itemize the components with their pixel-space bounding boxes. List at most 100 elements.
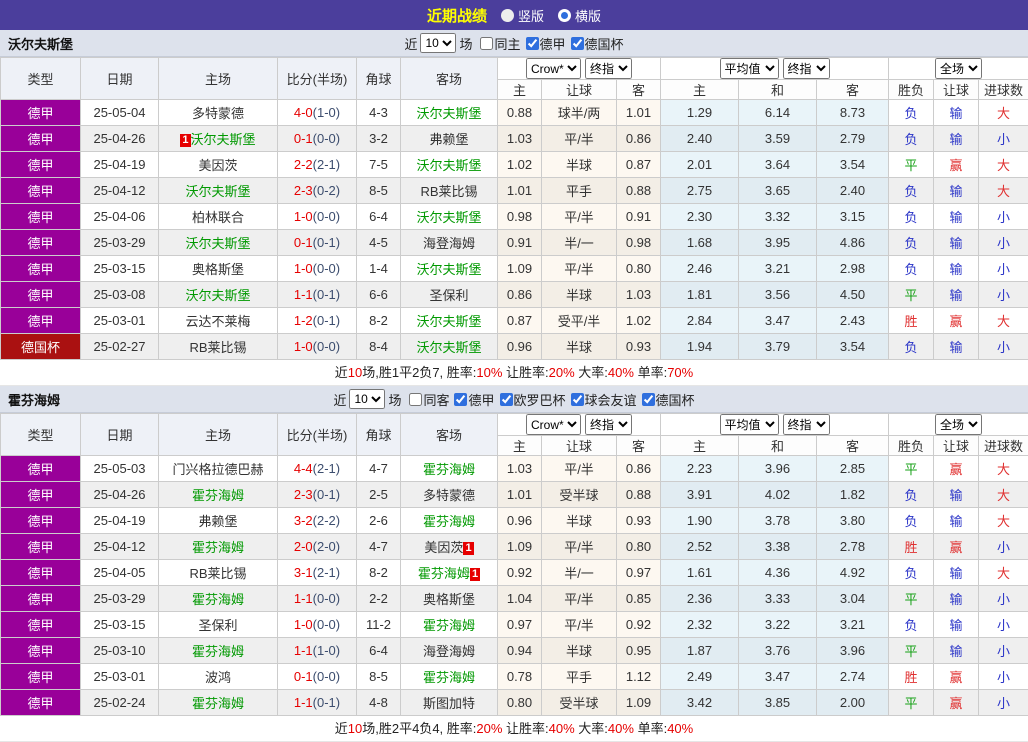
team-link[interactable]: 波鸿 [205,670,231,685]
layout-radio[interactable] [558,9,571,22]
match-count-select[interactable]: 10 [420,33,456,53]
avg-stage-select[interactable]: 终指 [783,414,830,435]
filter-checkbox[interactable] [454,393,467,406]
table-row: 德甲25-04-05RB莱比锡3-1(2-1)8-2霍芬海姆10.92半/一0.… [1,560,1028,586]
summary-value: 40% [667,721,693,736]
team-link[interactable]: 海登海姆 [423,236,475,251]
team-link[interactable]: 霍芬海姆 [423,514,475,529]
filter-option[interactable]: 欧罗巴杯 [500,390,566,409]
team-link[interactable]: 沃尔夫斯堡 [416,106,481,121]
team-link[interactable]: 海登海姆 [423,644,475,659]
fulltime-score: 4-0 [294,105,313,120]
odds-away: 0.95 [617,638,661,664]
avg-away: 4.86 [817,230,889,256]
team-link[interactable]: 圣保利 [429,288,468,303]
team-link[interactable]: RB莱比锡 [189,340,246,355]
fulltime-select[interactable]: 全场 [935,58,982,79]
team-link[interactable]: 沃尔夫斯堡 [416,314,481,329]
corner-count: 8-2 [357,560,401,586]
halftime-score: (0-0) [313,131,340,146]
filter-option[interactable]: 德甲 [526,34,566,53]
bookmaker-select[interactable]: Crow* [526,58,581,79]
odds-away: 0.86 [617,126,661,152]
layout-options: 竖版横版 [501,6,601,25]
team-link[interactable]: RB莱比锡 [420,184,477,199]
team-name: 沃尔夫斯堡 [8,34,73,53]
average-select[interactable]: 平均值 [720,414,779,435]
odds-stage-select[interactable]: 终指 [585,414,632,435]
team-link[interactable]: 沃尔夫斯堡 [191,132,256,147]
result-select-group: 全场 [889,414,1028,436]
team-link[interactable]: 霍芬海姆 [192,696,244,711]
col-goals: 进球数 [979,80,1028,100]
filter-option[interactable]: 德甲 [454,390,494,409]
filter-option[interactable]: 同主 [480,34,520,53]
filter-checkbox[interactable] [642,393,655,406]
halftime-score: (0-0) [313,209,340,224]
match-count-select[interactable]: 10 [349,389,385,409]
average-select[interactable]: 平均值 [720,58,779,79]
odds-handicap: 平/半 [542,256,617,282]
team-link[interactable]: RB莱比锡 [189,566,246,581]
odds-home: 0.96 [498,334,542,360]
team-link[interactable]: 沃尔夫斯堡 [185,236,250,251]
team-link[interactable]: 沃尔夫斯堡 [185,184,250,199]
team-link[interactable]: 沃尔夫斯堡 [416,210,481,225]
filter-checkbox[interactable] [500,393,513,406]
team-link[interactable]: 沃尔夫斯堡 [416,340,481,355]
team-link[interactable]: 多特蒙德 [192,106,244,121]
match-date: 25-03-01 [81,664,159,690]
odds-handicap: 平/半 [542,456,617,482]
avg-away: 3.04 [817,586,889,612]
team-link[interactable]: 霍芬海姆 [192,540,244,555]
team-link[interactable]: 霍芬海姆 [192,592,244,607]
odds-stage-select[interactable]: 终指 [585,58,632,79]
team-link[interactable]: 美因茨 [424,540,463,555]
filter-option[interactable]: 德国杯 [642,390,695,409]
filter-checkbox[interactable] [480,37,493,50]
halftime-score: (2-1) [313,565,340,580]
team-link[interactable]: 沃尔夫斯堡 [416,158,481,173]
filter-checkbox[interactable] [526,37,539,50]
odds-away: 1.01 [617,100,661,126]
team-link[interactable]: 门兴格拉德巴赫 [172,462,263,477]
bookmaker-select[interactable]: Crow* [526,414,581,435]
away-team: 霍芬海姆 [401,664,498,690]
team-link[interactable]: 奥格斯堡 [423,592,475,607]
team-link[interactable]: 圣保利 [198,618,237,633]
odds-home: 0.94 [498,638,542,664]
filter-checkbox[interactable] [571,393,584,406]
team-link[interactable]: 美因茨 [198,158,237,173]
team-link[interactable]: 霍芬海姆 [192,488,244,503]
team-link[interactable]: 柏林联合 [192,210,244,225]
team-link[interactable]: 沃尔夫斯堡 [185,288,250,303]
team-link[interactable]: 霍芬海姆 [418,566,470,581]
avg-stage-select[interactable]: 终指 [783,58,830,79]
team-link[interactable]: 云达不莱梅 [185,314,250,329]
team-link[interactable]: 斯图加特 [423,696,475,711]
filter-option[interactable]: 德国杯 [571,34,624,53]
layout-radio[interactable] [501,9,514,22]
team-link[interactable]: 弗赖堡 [429,132,468,147]
team-link[interactable]: 霍芬海姆 [423,670,475,685]
team-link[interactable]: 沃尔夫斯堡 [416,262,481,277]
filter-checkbox[interactable] [571,37,584,50]
score: 1-0(0-0) [278,256,357,282]
team-link[interactable]: 霍芬海姆 [423,462,475,477]
away-team: 霍芬海姆 [401,508,498,534]
fulltime-select[interactable]: 全场 [935,414,982,435]
filter-option[interactable]: 同客 [409,390,449,409]
team-link[interactable]: 弗赖堡 [198,514,237,529]
team-link[interactable]: 多特蒙德 [423,488,475,503]
team-link[interactable]: 霍芬海姆 [192,644,244,659]
avg-home: 1.87 [661,638,739,664]
odds-away: 0.93 [617,334,661,360]
filter-option[interactable]: 球会友谊 [571,390,637,409]
handicap-result: 赢 [934,308,979,334]
corner-count: 11-2 [357,612,401,638]
filter-checkbox[interactable] [409,393,422,406]
team-link[interactable]: 霍芬海姆 [423,618,475,633]
odds-handicap: 半球 [542,638,617,664]
team-link[interactable]: 奥格斯堡 [192,262,244,277]
avg-draw: 4.36 [739,560,817,586]
